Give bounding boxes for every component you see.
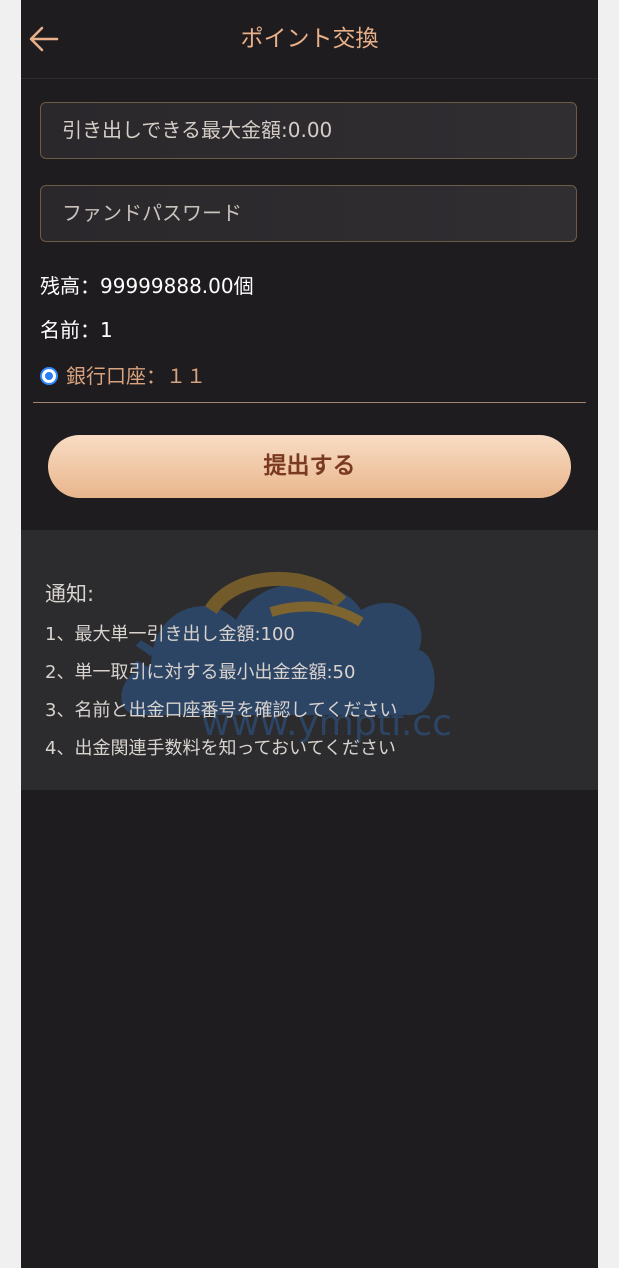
- notice-item: 4、出金関連手数料を知っておいてください: [45, 738, 396, 759]
- bank-account-label: 銀行口座：１１: [66, 364, 206, 388]
- app-screen: ポイント交換 引き出しできる最大金額:0.00 残高：99999888.00個 …: [21, 0, 598, 1268]
- notice-title: 通知:: [45, 582, 95, 606]
- name-text: 名前：1: [40, 318, 113, 342]
- divider: [33, 402, 586, 403]
- notice-item: 2、単一取引に対する最小出金金額:50: [45, 662, 356, 683]
- bank-account-option[interactable]: 銀行口座：１１: [40, 360, 206, 389]
- fund-password-input[interactable]: [62, 186, 555, 241]
- max-amount-field[interactable]: 引き出しできる最大金額:0.00: [40, 102, 577, 159]
- notice-panel: 源码平台 www.ymptf.cc 通知: 1、最大単一引き出し金額:100 2…: [21, 530, 598, 790]
- submit-button[interactable]: 提出する: [48, 435, 571, 498]
- header-bar: ポイント交換: [21, 0, 598, 79]
- notice-item: 1、最大単一引き出し金額:100: [45, 624, 295, 645]
- page-title: ポイント交換: [240, 26, 379, 52]
- fund-password-field[interactable]: [40, 185, 577, 242]
- notice-item: 3、名前と出金口座番号を確認してください: [45, 700, 398, 721]
- radio-selected-icon[interactable]: [40, 367, 58, 385]
- balance-text: 残高：99999888.00個: [40, 274, 254, 298]
